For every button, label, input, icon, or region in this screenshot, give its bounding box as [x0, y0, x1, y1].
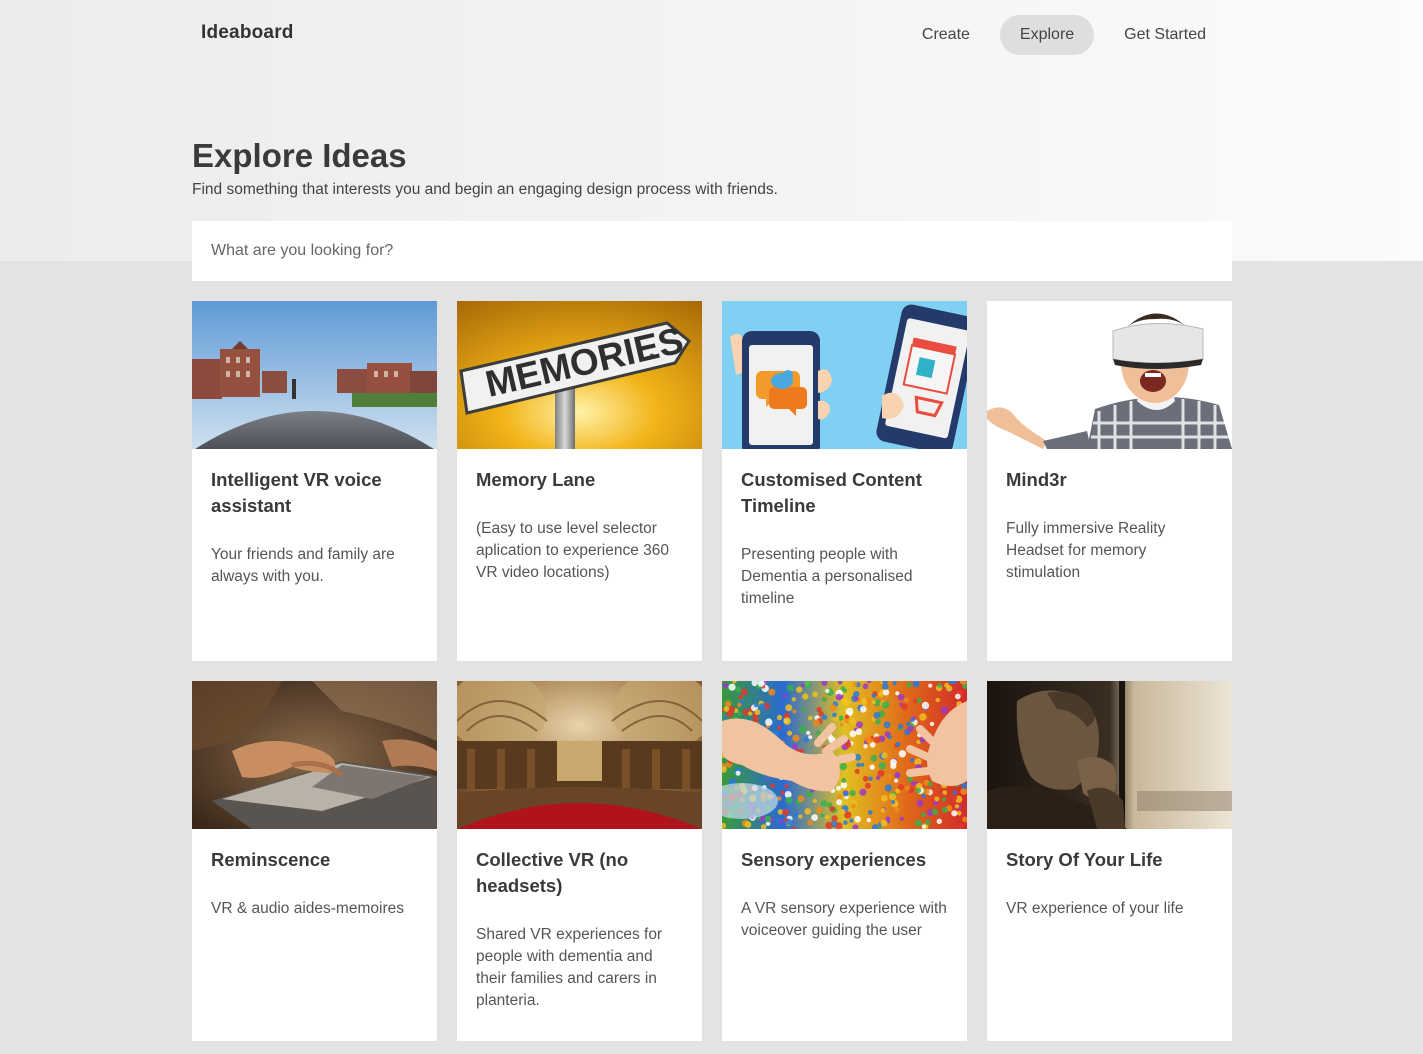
idea-card[interactable]: Sensory experiences A VR sensory experie… [722, 681, 967, 1041]
card-description: Shared VR experiences for people with de… [476, 926, 663, 1009]
colorful-beads-hands-image [722, 681, 967, 829]
search-input[interactable] [192, 221, 1232, 281]
vr-headset-man-image [987, 301, 1232, 449]
cathedral-panorama-image [457, 681, 702, 829]
card-title: Mind3r [1006, 469, 1067, 490]
idea-card[interactable]: MEMORIES Memory Lane (Easy to use level … [457, 301, 702, 661]
ideas-grid: Intelligent VR voice assistant Your frie… [192, 301, 1232, 1041]
card-description: Presenting people with Dementia a person… [741, 546, 913, 607]
card-description: VR experience of your life [1006, 900, 1184, 917]
photo-album-hands-image [192, 681, 437, 829]
page-title: Explore Ideas [192, 137, 407, 174]
card-title: Collective VR (no headsets) [476, 849, 629, 896]
nav-create[interactable]: Create [902, 15, 990, 55]
idea-card[interactable]: Mind3r Fully immersive Reality Headset f… [987, 301, 1232, 661]
vr-panorama-campus-image [192, 301, 437, 449]
page-subtitle: Find something that interests you and be… [192, 181, 778, 198]
card-title: Memory Lane [476, 469, 596, 490]
card-title: Story Of Your Life [1006, 849, 1163, 870]
idea-card[interactable]: Story Of Your Life VR experience of your… [987, 681, 1232, 1041]
idea-card[interactable]: Customised Content Timeline Presenting p… [722, 301, 967, 661]
brand-logo[interactable]: Ideaboard [201, 22, 294, 44]
card-title: Customised Content Timeline [741, 469, 922, 516]
nav-explore[interactable]: Explore [999, 15, 1095, 55]
card-title: Reminscence [211, 849, 331, 870]
elderly-man-window-image [987, 681, 1232, 829]
idea-card[interactable]: Intelligent VR voice assistant Your frie… [192, 301, 437, 661]
nav-get-started[interactable]: Get Started [1104, 15, 1226, 55]
card-description: VR & audio aides-memoires [211, 900, 404, 917]
idea-card[interactable]: Reminscence VR & audio aides-memoires [192, 681, 437, 1041]
card-description: A VR sensory experience with voiceover g… [741, 900, 947, 939]
card-description: Your friends and family are always with … [211, 546, 395, 585]
phones-illustration-image [722, 301, 967, 449]
card-description: (Easy to use level selector aplication t… [476, 520, 670, 581]
top-nav: Ideaboard Create Explore Get Started [0, 0, 1423, 70]
card-title: Sensory experiences [741, 849, 927, 870]
card-description: Fully immersive Reality Headset for memo… [1006, 520, 1166, 581]
memories-signpost-image: MEMORIES [457, 301, 702, 449]
card-title: Intelligent VR voice assistant [211, 469, 382, 516]
idea-card[interactable]: Collective VR (no headsets) Shared VR ex… [457, 681, 702, 1041]
nav-links: Create Explore Get Started [892, 15, 1226, 55]
